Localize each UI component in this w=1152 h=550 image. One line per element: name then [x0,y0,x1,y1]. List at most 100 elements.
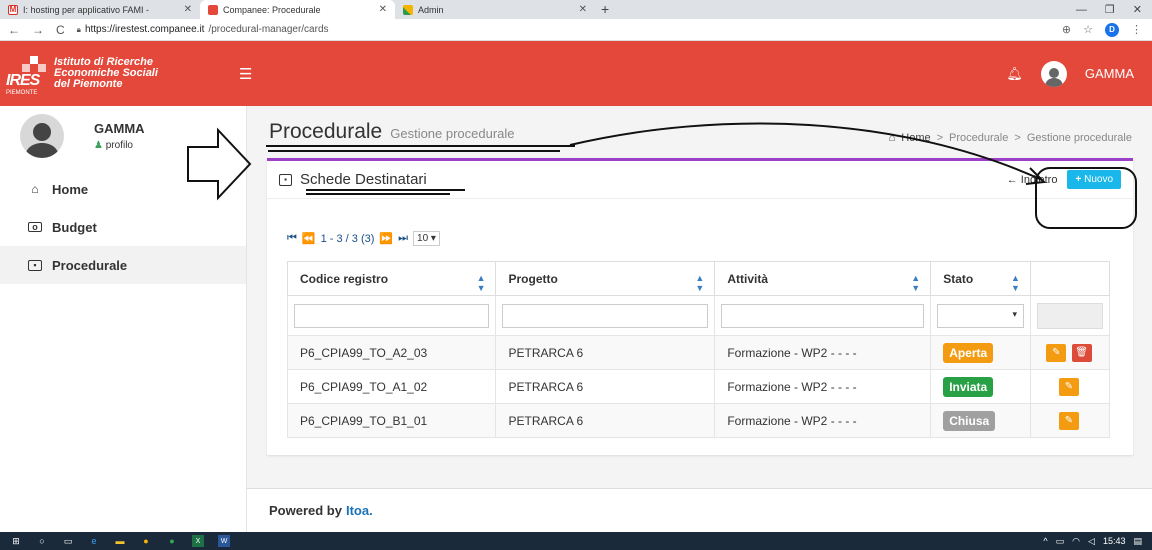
table-header-row: Codice registro ▲ ▼ Progetto ▲ ▼ Attività ▲ ▼ … [286,261,1111,296]
plus-icon: + [1075,174,1082,185]
back-link[interactable]: ← Indietro [1007,174,1058,186]
edge-icon[interactable]: e [88,535,100,547]
bookmark-star-icon[interactable]: ☆ [1083,23,1093,36]
edit-pencil-icon[interactable]: ✎ [1058,377,1079,396]
column-header-progetto[interactable]: Progetto ▲ ▼ [495,261,716,296]
logo-text: Istituto di Ricerche Economiche Sociali … [54,57,158,90]
schede-panel: ▪ Schede Destinatari ← Indietro + Nuovo … [267,158,1133,455]
cell-attivita: Formazione - WP2 - - - - [714,403,932,438]
sort-icon[interactable]: ▲ ▼ [695,273,704,293]
chrome-icon[interactable]: ● [166,535,178,547]
table-row: P6_CPIA99_TO_B1_01 PETRARCA 6 Formazione… [286,403,1111,438]
sort-icon[interactable]: ▲ ▼ [911,273,920,293]
windows-start-icon[interactable]: ⊞ [10,535,22,547]
wifi-icon[interactable]: ◠ [1072,536,1080,547]
battery-icon[interactable]: ▭ [1056,536,1065,547]
browser-profile-avatar[interactable]: D [1105,22,1119,37]
close-icon[interactable]: ✕ [379,4,387,15]
page-title: Procedurale [269,120,383,143]
sidebar-item-label: Budget [52,219,97,235]
restore-icon[interactable]: ❐ [1105,3,1115,16]
footer-link[interactable]: Itoa. [346,503,373,518]
user-icon: ♟ [94,140,103,151]
column-header-codice[interactable]: Codice registro ▲ ▼ [286,261,497,296]
sidebar-user: GAMMA ♟ profilo [0,106,246,166]
breadcrumb-procedurale[interactable]: Procedurale [949,132,1008,144]
bell-icon[interactable]: 🔔︎ [1006,66,1023,82]
clock[interactable]: 15:43 [1103,536,1126,546]
zoom-icon[interactable]: ⊕ [1062,23,1071,36]
ires-logo[interactable]: IRES PIEMONTE Istituto di Ricerche Econo… [0,41,235,106]
close-icon[interactable]: ✕ [579,4,587,15]
search-icon[interactable]: ○ [36,535,48,547]
sidebar-item-procedurale[interactable]: ▪ Procedurale [0,246,246,284]
reload-icon[interactable]: C [56,23,65,37]
filter-stato-select[interactable]: ▾ [937,303,1024,328]
close-icon[interactable]: ✕ [184,4,192,15]
browser-tab-gmail[interactable]: M I: hosting per applicativo FAMI - ✕ [0,0,200,19]
window-controls: — ❐ ✕ [1076,0,1152,19]
page-size-select[interactable]: 10 ▾ [413,231,440,246]
last-page-icon[interactable]: ⏭ [398,232,408,245]
logo-mark-text: IRES [6,71,40,89]
cell-actions: ✎ 🗑︎ [1029,335,1111,370]
main-content: Procedurale Gestione procedurale ⌂ Home … [247,106,1152,532]
close-window-icon[interactable]: ✕ [1133,3,1142,16]
minimize-icon[interactable]: — [1076,4,1087,16]
new-button-label: Nuovo [1084,174,1113,185]
footer: Powered by Itoa. [247,488,1152,532]
back-arrow-icon[interactable]: ← [8,23,20,37]
url-host: https://irestest.companee.it [84,24,205,35]
sidebar-item-budget[interactable]: o Budget [0,208,246,246]
avatar[interactable] [1040,60,1067,87]
hamburger-menu-icon[interactable]: ☰ [239,65,252,83]
folder-icon[interactable]: ▬ [114,535,126,547]
first-page-icon[interactable]: ⏮ [287,232,297,245]
volume-icon[interactable]: ◁ [1088,536,1095,547]
url-field[interactable]: 🔒︎ https://irestest.companee.it/procedur… [77,24,329,35]
breadcrumb-home[interactable]: Home [901,132,930,144]
cell-stato: Aperta [930,335,1031,370]
paginator: ⏮ ⏪ 1 - 3 / 3 (3) ⏩ ⏭ 10 ▾ [287,231,440,246]
column-header-stato[interactable]: Stato ▲ ▼ [930,261,1031,296]
cell-attivita: Formazione - WP2 - - - - [714,369,932,404]
header-user-name[interactable]: GAMMA [1085,66,1134,81]
cell-codice: P6_CPIA99_TO_A1_02 [286,369,497,404]
sort-icon[interactable]: ▲ ▼ [477,273,486,293]
notification-icon[interactable]: ▤ [1133,536,1142,547]
browser-menu-icon[interactable]: ⋮ [1131,23,1142,36]
browser-tab-companee[interactable]: Companee: Procedurale ✕ [200,0,395,19]
sort-icon[interactable]: ▲ ▼ [1011,273,1020,293]
task-view-icon[interactable]: ▭ [62,535,74,547]
filter-codice-input[interactable] [294,303,490,328]
cell-actions: ✎ [1029,403,1111,438]
tray-chevron-icon[interactable]: ^ [1043,536,1047,546]
edit-pencil-icon[interactable]: ✎ [1058,411,1079,430]
excel-icon[interactable]: X [192,535,204,547]
filter-row: ▾ [286,295,1111,336]
filter-progetto-input[interactable] [502,303,709,328]
edit-pencil-icon[interactable]: ✎ [1046,343,1067,362]
word-icon[interactable]: W [218,535,230,547]
panel-title: ▪ Schede Destinatari [279,171,427,188]
tab-label: I: hosting per applicativo FAMI - [23,4,150,15]
delete-trash-icon[interactable]: 🗑︎ [1071,343,1092,362]
next-page-icon[interactable]: ⏩ [379,232,393,245]
home-icon: ⌂ [888,132,896,144]
new-tab-button[interactable]: + [601,0,609,19]
browser-tab-admin[interactable]: Admin ✕ [395,0,595,19]
profile-link-label: profilo [105,140,133,151]
chrome-icon[interactable]: ● [140,535,152,547]
prev-page-icon[interactable]: ⏪ [302,232,316,245]
new-button[interactable]: + Nuovo [1067,170,1121,189]
header-right: 🔔︎ GAMMA [1006,60,1152,87]
profile-link[interactable]: ♟ profilo [94,140,145,151]
forward-arrow-icon[interactable]: → [32,23,44,37]
sidebar-item-home[interactable]: ⌂ Home [0,170,246,208]
filter-cell [495,295,716,336]
table-row: P6_CPIA99_TO_A2_03 PETRARCA 6 Formazione… [286,335,1111,370]
address-bar: ← → C 🔒︎ https://irestest.companee.it/pr… [0,19,1152,41]
column-header-attivita[interactable]: Attività ▲ ▼ [714,261,932,296]
filter-attivita-input[interactable] [721,303,925,328]
cell-codice: P6_CPIA99_TO_A2_03 [286,335,497,370]
